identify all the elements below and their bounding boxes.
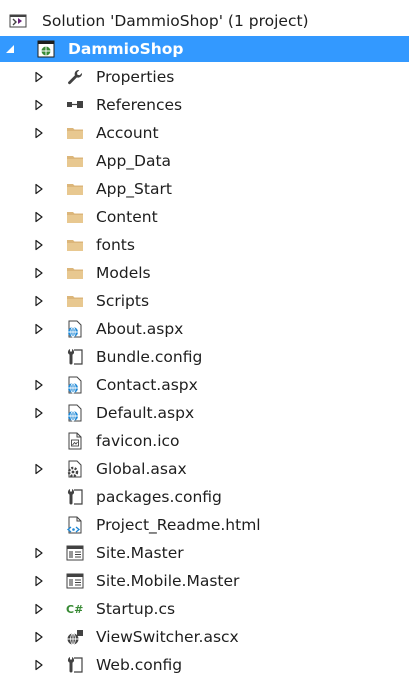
folder-icon (66, 124, 84, 142)
tree-item-viewswitcher-ascx[interactable]: ViewSwitcher.ascx (0, 624, 409, 650)
expand-arrow-icon[interactable] (32, 378, 46, 392)
tree-item-label: Scripts (96, 292, 150, 310)
expand-arrow-icon[interactable] (32, 182, 46, 196)
tree-item-label: Global.asax (96, 460, 187, 478)
master-page-icon (66, 572, 84, 590)
web-form-icon (66, 404, 84, 422)
references-icon (66, 96, 84, 114)
folder-icon (66, 208, 84, 226)
tree-item-label: packages.config (96, 488, 222, 506)
solution-label: Solution 'DammioShop' (1 project) (42, 12, 309, 30)
csharp-file-icon: C# (66, 600, 84, 618)
tree-item-site-mobile-master[interactable]: Site.Mobile.Master (0, 568, 409, 594)
tree-item-project-readme-html[interactable]: Project_Readme.html (0, 512, 409, 538)
folder-icon (66, 180, 84, 198)
expand-arrow-icon[interactable] (32, 658, 46, 672)
folder-icon (66, 152, 84, 170)
tree-item-about-aspx[interactable]: About.aspx (0, 316, 409, 342)
tree-item-label: Default.aspx (96, 404, 195, 422)
web-form-icon (66, 320, 84, 338)
tree-item-label: favicon.ico (96, 432, 180, 450)
tree-item-label: Models (96, 264, 151, 282)
expand-arrow-icon[interactable] (32, 98, 46, 112)
expand-arrow-icon[interactable] (32, 322, 46, 336)
tree-item-properties[interactable]: Properties (0, 64, 409, 90)
expand-arrow-icon[interactable] (32, 294, 46, 308)
tree-item-label: About.aspx (96, 320, 184, 338)
web-form-icon (66, 376, 84, 394)
tree-item-label: References (96, 96, 183, 114)
expand-arrow-icon[interactable] (32, 266, 46, 280)
global-asax-icon (66, 460, 84, 478)
tree-item-app-start[interactable]: App_Start (0, 176, 409, 202)
config-icon (66, 488, 84, 506)
expand-arrow-icon[interactable] (32, 546, 46, 560)
ico-file-icon (66, 432, 84, 450)
tree-item-label: Contact.aspx (96, 376, 198, 394)
expand-arrow-icon[interactable] (32, 630, 46, 644)
tree-item-label: App_Start (96, 180, 172, 198)
expand-arrow-icon[interactable] (32, 210, 46, 224)
master-page-icon (66, 544, 84, 562)
expand-arrow-icon[interactable] (32, 462, 46, 476)
tree-item-label: App_Data (96, 152, 172, 170)
tree-item-favicon-ico[interactable]: favicon.ico (0, 428, 409, 454)
project-label: DammioShop (68, 40, 184, 58)
tree-item-default-aspx[interactable]: Default.aspx (0, 400, 409, 426)
tree-item-label: ViewSwitcher.ascx (96, 628, 239, 646)
tree-item-label: Project_Readme.html (96, 516, 261, 534)
wrench-icon (66, 68, 84, 86)
config-icon (66, 656, 84, 674)
collapse-arrow-icon[interactable] (3, 42, 17, 56)
tree-item-account[interactable]: Account (0, 120, 409, 146)
solution-icon (9, 12, 27, 30)
tree-item-fonts[interactable]: fonts (0, 232, 409, 258)
folder-icon (66, 292, 84, 310)
tree-item-contact-aspx[interactable]: Contact.aspx (0, 372, 409, 398)
expand-arrow-icon[interactable] (32, 238, 46, 252)
tree-item-app-data[interactable]: App_Data (0, 148, 409, 174)
project-node[interactable]: DammioShop (0, 36, 409, 62)
tree-item-label: Account (96, 124, 159, 142)
expand-arrow-icon[interactable] (32, 126, 46, 140)
tree-item-label: Site.Master (96, 544, 184, 562)
tree-item-references[interactable]: References (0, 92, 409, 118)
expand-arrow-icon[interactable] (32, 574, 46, 588)
svg-text:C#: C# (66, 603, 83, 616)
folder-icon (66, 264, 84, 282)
tree-item-content[interactable]: Content (0, 204, 409, 230)
tree-item-label: Site.Mobile.Master (96, 572, 240, 590)
html-file-icon (66, 516, 84, 534)
tree-item-label: Content (96, 208, 158, 226)
tree-item-bundle-config[interactable]: Bundle.config (0, 344, 409, 370)
config-icon (66, 348, 84, 366)
tree-item-site-master[interactable]: Site.Master (0, 540, 409, 566)
expand-arrow-icon[interactable] (32, 70, 46, 84)
tree-item-models[interactable]: Models (0, 260, 409, 286)
tree-item-label: Web.config (96, 656, 183, 674)
tree-item-label: Properties (96, 68, 175, 86)
tree-item-label: Bundle.config (96, 348, 203, 366)
solution-node[interactable]: Solution 'DammioShop' (1 project) (0, 8, 409, 34)
tree-item-label: Startup.cs (96, 600, 176, 618)
folder-icon (66, 236, 84, 254)
tree-item-label: fonts (96, 236, 135, 254)
tree-item-web-config[interactable]: Web.config (0, 652, 409, 678)
user-control-icon (66, 628, 84, 646)
expand-arrow-icon[interactable] (32, 406, 46, 420)
expand-arrow-icon[interactable] (32, 602, 46, 616)
tree-item-scripts[interactable]: Scripts (0, 288, 409, 314)
tree-item-startup-cs[interactable]: C# Startup.cs (0, 596, 409, 622)
tree-item-packages-config[interactable]: packages.config (0, 484, 409, 510)
web-project-icon (37, 40, 55, 58)
tree-item-global-asax[interactable]: Global.asax (0, 456, 409, 482)
